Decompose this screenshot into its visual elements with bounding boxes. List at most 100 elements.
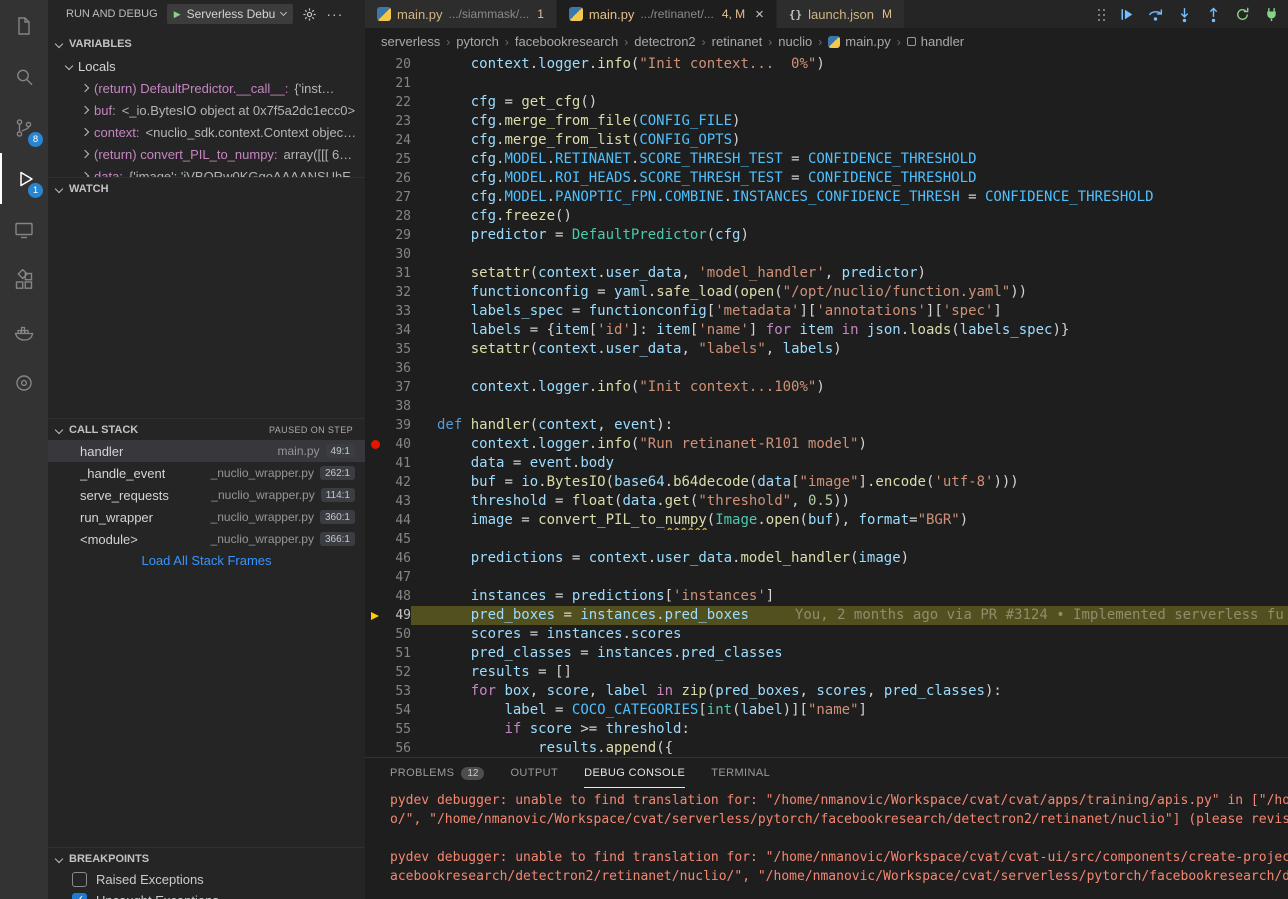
panel-tab-output[interactable]: OUTPUT	[510, 758, 558, 788]
glyph-margin[interactable]	[365, 112, 385, 131]
glyph-margin[interactable]	[365, 682, 385, 701]
glyph-margin[interactable]	[365, 302, 385, 321]
activity-test-explorer-button[interactable]	[0, 357, 48, 408]
glyph-margin[interactable]	[365, 587, 385, 606]
debug-console-output[interactable]: pydev debugger: unable to find translati…	[365, 788, 1288, 899]
step-into-button[interactable]	[1176, 6, 1193, 23]
code-line: 38	[365, 397, 1288, 416]
breadcrumb-item-nuclio[interactable]: nuclio	[778, 34, 812, 49]
checkbox[interactable]	[72, 893, 87, 899]
glyph-margin[interactable]	[365, 131, 385, 150]
glyph-margin[interactable]	[365, 340, 385, 359]
glyph-margin[interactable]	[365, 226, 385, 245]
restart-button[interactable]	[1234, 6, 1251, 23]
variable-value: <nuclio_sdk.context.Context objec…	[146, 125, 357, 140]
breadcrumb-item-retinanet[interactable]: retinanet	[712, 34, 763, 49]
gear-icon[interactable]	[302, 7, 317, 22]
code-token: context	[471, 56, 530, 72]
variable-row[interactable]: (return) convert_PIL_to_numpy:array([[[ …	[48, 143, 365, 165]
glyph-margin[interactable]	[365, 188, 385, 207]
code-token: io	[521, 474, 538, 490]
glyph-margin[interactable]	[365, 245, 385, 264]
breadcrumb-item-facebookresearch[interactable]: facebookresearch	[515, 34, 618, 49]
glyph-margin[interactable]	[365, 663, 385, 682]
step-out-button[interactable]	[1205, 6, 1222, 23]
glyph-margin[interactable]	[365, 511, 385, 530]
variable-row[interactable]: context:<nuclio_sdk.context.Context obje…	[48, 121, 365, 143]
activity-extensions-button[interactable]	[0, 255, 48, 306]
more-actions-icon[interactable]: ···	[326, 6, 343, 22]
disconnect-button[interactable]	[1263, 6, 1280, 23]
editor-tab-main-py[interactable]: main.py.../siammask/...1	[365, 0, 557, 28]
glyph-margin[interactable]	[365, 739, 385, 757]
glyph-margin[interactable]	[365, 549, 385, 568]
line-content: instances = predictions['instances']	[411, 587, 1288, 606]
panel-tab-debug-console[interactable]: DEBUG CONSOLE	[584, 758, 685, 788]
glyph-margin[interactable]	[365, 321, 385, 340]
glyph-margin[interactable]	[365, 283, 385, 302]
scope-row-locals[interactable]: Locals	[48, 55, 365, 77]
start-debug-icon[interactable]: ▶	[174, 9, 181, 20]
breakpoint-row[interactable]: Raised Exceptions	[48, 869, 365, 890]
variables-section-header[interactable]: VARIABLES	[48, 33, 365, 55]
glyph-margin[interactable]	[365, 359, 385, 378]
code-token: (	[951, 322, 959, 338]
breadcrumb-item-serverless[interactable]: serverless	[381, 34, 440, 49]
panel-tab-terminal[interactable]: TERMINAL	[711, 758, 770, 788]
glyph-margin[interactable]	[365, 207, 385, 226]
glyph-margin[interactable]	[365, 435, 385, 454]
activity-docker-button[interactable]	[0, 306, 48, 357]
glyph-margin[interactable]	[365, 644, 385, 663]
load-all-stack-frames-link[interactable]: Load All Stack Frames	[48, 553, 365, 568]
continue-button[interactable]	[1118, 6, 1135, 23]
panel-tab-problems[interactable]: PROBLEMS12	[390, 758, 484, 788]
glyph-margin[interactable]	[365, 701, 385, 720]
glyph-margin[interactable]	[365, 720, 385, 739]
glyph-margin[interactable]	[365, 150, 385, 169]
breakpoint-row[interactable]: Uncaught Exceptions	[48, 890, 365, 899]
code-token: ({	[656, 740, 673, 756]
variable-row[interactable]: buf:<_io.BytesIO object at 0x7f5a2dc1ecc…	[48, 99, 365, 121]
stack-frame-row[interactable]: run_wrapper_nuclio_wrapper.py360:1	[48, 506, 365, 528]
breadcrumb-item-detectron2[interactable]: detectron2	[634, 34, 695, 49]
glyph-margin[interactable]	[365, 568, 385, 587]
activity-search-button[interactable]	[0, 51, 48, 102]
variable-row[interactable]: (return) DefaultPredictor.__call__:{'ins…	[48, 77, 365, 99]
glyph-margin[interactable]	[365, 492, 385, 511]
glyph-margin[interactable]	[365, 530, 385, 549]
activity-run-and-debug-button[interactable]: 1	[0, 153, 48, 204]
activity-source-control-button[interactable]: 8	[0, 102, 48, 153]
glyph-margin[interactable]	[365, 169, 385, 188]
glyph-margin[interactable]	[365, 397, 385, 416]
variable-row[interactable]: data:{'image': 'iVBORw0KGgoAAAANSUhE…	[48, 165, 365, 177]
editor-tab-main-py[interactable]: main.py.../retinanet/...4, M×	[557, 0, 777, 28]
breadcrumb-item-handler[interactable]: handler	[907, 34, 964, 49]
glyph-margin[interactable]	[365, 416, 385, 435]
glyph-margin[interactable]	[365, 55, 385, 74]
glyph-margin[interactable]	[365, 74, 385, 93]
stack-frame-row[interactable]: handlermain.py49:1	[48, 440, 365, 462]
breadcrumb-item-main-py[interactable]: main.py	[828, 34, 891, 49]
launch-config-select[interactable]: ▶ Serverless Debu	[167, 4, 294, 24]
activity-explorer-button[interactable]	[0, 0, 48, 51]
glyph-margin[interactable]	[365, 378, 385, 397]
glyph-margin[interactable]	[365, 454, 385, 473]
breakpoints-section-header[interactable]: BREAKPOINTS	[48, 847, 365, 869]
editor-tab-launch-json[interactable]: {}launch.jsonM	[777, 0, 905, 28]
glyph-margin[interactable]	[365, 606, 385, 625]
call-stack-section-header[interactable]: CALL STACK PAUSED ON STEP	[48, 418, 365, 440]
watch-section-header[interactable]: WATCH	[48, 177, 365, 199]
glyph-margin[interactable]	[365, 625, 385, 644]
close-icon[interactable]: ×	[755, 6, 764, 23]
stack-frame-row[interactable]: <module>_nuclio_wrapper.py366:1	[48, 528, 365, 550]
stack-frame-row[interactable]: serve_requests_nuclio_wrapper.py114:1	[48, 484, 365, 506]
activity-remote-explorer-button[interactable]	[0, 204, 48, 255]
glyph-margin[interactable]	[365, 93, 385, 112]
breadcrumb-item-pytorch[interactable]: pytorch	[456, 34, 499, 49]
drag-grip-icon[interactable]	[1097, 8, 1106, 21]
stack-frame-row[interactable]: _handle_event_nuclio_wrapper.py262:1	[48, 462, 365, 484]
glyph-margin[interactable]	[365, 473, 385, 492]
checkbox[interactable]	[72, 872, 87, 887]
glyph-margin[interactable]	[365, 264, 385, 283]
step-over-button[interactable]	[1147, 6, 1164, 23]
